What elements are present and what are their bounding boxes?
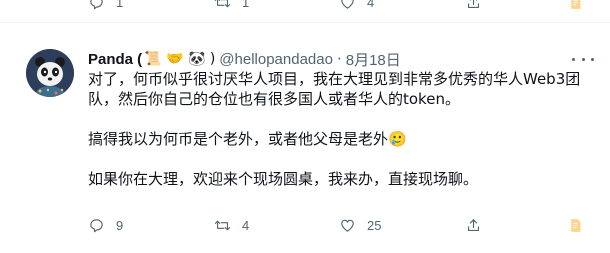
previous-tweet-actions: 1 1 4 [0,0,610,14]
prev-retweet-button[interactable]: 1 [214,0,249,11]
retweet-count: 4 [242,218,250,233]
tweet-paragraph-1: 对了，何币似乎很讨厌华人项目，我在大理见到非常多优秀的华人Web3团 队，然后你… [88,70,581,108]
tweet-date[interactable]: 8月18日 [346,49,401,70]
share-icon [467,0,480,9]
more-icon-dot [581,57,585,61]
heart-icon [341,0,354,9]
share-icon [467,219,480,232]
reply-count: 9 [116,218,124,233]
like-button[interactable]: 25 [339,217,381,234]
tweet-text: 对了，何币似乎很讨厌华人项目，我在大理见到非常多优秀的华人Web3团 队，然后你… [88,69,593,189]
prev-like-count: 4 [367,0,375,10]
handle[interactable]: @hellopandadao [219,51,333,68]
retweet-button[interactable]: 4 [214,217,249,234]
retweet-icon [214,220,231,231]
tip-icon [571,219,581,232]
display-name[interactable]: Panda ( [88,51,142,68]
avatar[interactable] [26,49,74,97]
reply-button[interactable]: 9 [88,217,123,234]
prev-like-button[interactable]: 4 [339,0,374,11]
more-button[interactable] [572,51,594,67]
tweet-paragraph-3: 如果你在大理，欢迎来个现场圆桌，我来办，直接现场聊。 [88,170,479,188]
prev-reply-button[interactable]: 1 [88,0,123,11]
header-separator: · [336,50,342,68]
tip-button[interactable] [567,217,584,234]
reply-icon [90,0,103,10]
more-icon [572,57,575,61]
prev-retweet-count: 1 [242,0,250,10]
tweet-header: Panda ( 📜 🤝 🐼 ) @hellopandadao · 8月18日 [88,49,401,69]
tweet-paragraph-2: 搞得我以为何币是个老外，或者他父母是老外🥲 [88,130,407,148]
share-button[interactable] [465,217,482,234]
reply-icon [90,219,103,233]
heart-icon [341,219,354,232]
prev-reply-count: 1 [116,0,124,10]
prev-share-button[interactable] [465,0,482,11]
prev-tip-button[interactable] [567,0,584,11]
name-emojis: 📜 🤝 🐼 ) [144,51,216,67]
tweet[interactable]: Panda ( 📜 🤝 🐼 ) @hellopandadao · 8月18日 对… [0,23,610,253]
panda-avatar-icon [26,49,74,97]
retweet-icon [214,0,231,8]
like-count: 25 [367,218,382,233]
tip-icon [571,0,581,9]
more-icon-dot [591,57,594,61]
